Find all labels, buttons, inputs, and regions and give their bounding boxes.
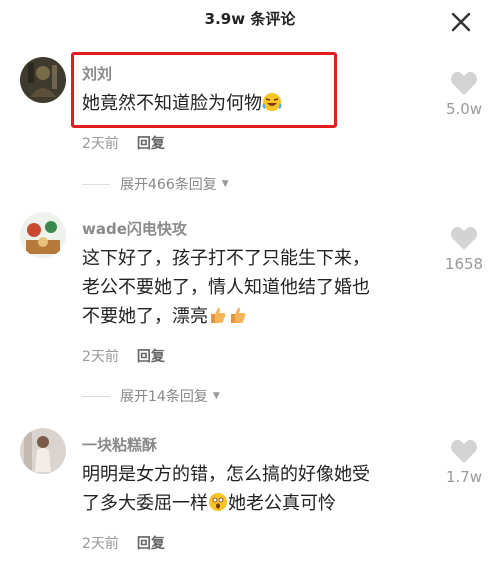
close-icon[interactable] <box>449 10 473 34</box>
comment-count-title: 3.9w 条评论 <box>204 10 296 28</box>
chevron-down-icon: ▼ <box>221 179 229 189</box>
comment-meta: 2天前 回复 <box>82 533 165 553</box>
comment-text-line: 老公不要她了，情人知道他结了婚也 <box>82 277 370 298</box>
comment-text: 明明是女方的错，怎么搞的好像她受 了多大委屈一样 她老公真可怜 <box>82 460 422 518</box>
like-button[interactable]: 1.7w <box>434 438 494 486</box>
username[interactable]: wade闪电快攻 <box>82 218 187 239</box>
expand-replies-label: 展开14条回复 <box>120 389 208 405</box>
divider-line <box>82 183 110 185</box>
chevron-down-icon: ▼ <box>212 391 220 401</box>
thumbs-up-emoji-icon <box>231 307 246 323</box>
like-button[interactable]: 1658 <box>434 225 494 273</box>
reply-button[interactable]: 回复 <box>137 136 165 152</box>
avatar[interactable] <box>20 428 66 474</box>
comment-text-content: 她竟然不知道脸为何物 <box>82 93 262 114</box>
comment-text: 这下好了，孩子打不了只能生下来， 老公不要她了，情人知道他结了婚也 不要她了，漂… <box>82 244 422 331</box>
reply-button[interactable]: 回复 <box>137 536 165 552</box>
comment-time: 2天前 <box>82 536 119 552</box>
like-button[interactable]: 5.0w <box>434 70 494 118</box>
comment-text-line: 她老公真可怜 <box>228 493 336 514</box>
astonished-emoji-icon <box>209 493 227 511</box>
comment-text-line: 不要她了，漂亮 <box>82 306 208 327</box>
comment-time: 2天前 <box>82 349 119 365</box>
like-count: 5.0w <box>445 100 483 118</box>
reply-button[interactable]: 回复 <box>137 349 165 365</box>
heart-icon[interactable] <box>450 70 478 96</box>
comment-meta: 2天前 回复 <box>82 346 165 366</box>
comment-time: 2天前 <box>82 136 119 152</box>
thumbs-up-emoji-icon <box>211 307 226 323</box>
heart-icon[interactable] <box>450 225 478 251</box>
comments-header: 3.9w 条评论 <box>0 0 500 36</box>
expand-replies-button[interactable]: 展开466条回复 ▼ <box>82 174 229 194</box>
comment-text-line: 了多大委屈一样 <box>82 493 208 514</box>
comment-text: 她竟然不知道脸为何物 <box>82 89 422 118</box>
divider-line <box>82 395 110 397</box>
expand-replies-button[interactable]: 展开14条回复 ▼ <box>82 386 220 406</box>
like-count: 1.7w <box>445 468 483 486</box>
comment-meta: 2天前 回复 <box>82 133 165 153</box>
comment-text-line: 这下好了，孩子打不了只能生下来， <box>82 248 370 269</box>
avatar[interactable] <box>20 57 66 103</box>
username[interactable]: 刘刘 <box>82 63 112 84</box>
expand-replies-label: 展开466条回复 <box>120 177 217 193</box>
heart-icon[interactable] <box>450 438 478 464</box>
username[interactable]: 一块粘糕酥 <box>82 434 157 455</box>
comment-text-line: 明明是女方的错，怎么搞的好像她受 <box>82 464 370 485</box>
like-count: 1658 <box>444 255 484 273</box>
rolling-laughing-emoji-icon <box>262 93 282 111</box>
avatar[interactable] <box>20 212 66 258</box>
